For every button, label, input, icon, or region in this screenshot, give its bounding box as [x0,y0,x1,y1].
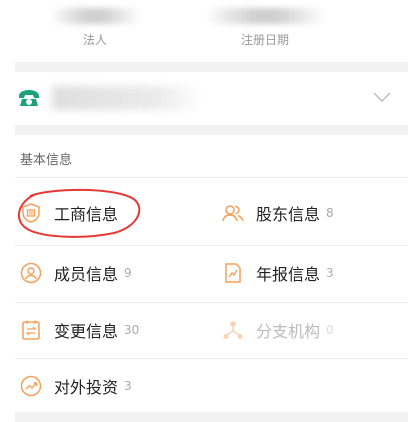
item-count: 9 [124,266,132,280]
phone-number-blurred [52,86,202,110]
chevron-down-icon[interactable] [372,90,392,104]
divider [15,358,408,359]
item-count: 3 [326,266,334,280]
legal-person-value-blurred [50,8,140,24]
item-count: 8 [326,206,334,220]
register-date-value-blurred [205,8,325,24]
phone-icon [19,90,39,106]
header-info-row: 法人 注册日期 [0,0,408,62]
divider [15,302,408,303]
change-icon [22,320,40,340]
divider [15,177,408,178]
item-label: 成员信息 [54,265,119,284]
change-info-item[interactable]: 变更信息 30 [20,310,139,350]
section-divider [15,62,408,72]
annual-report-icon [225,263,241,283]
branch-item[interactable]: 分支机构 0 [222,310,334,350]
register-date-column: 注册日期 [200,0,330,62]
shareholders-icon [222,205,244,222]
investment-icon [20,375,42,397]
section-title: 基本信息 [20,153,73,168]
investment-item[interactable]: 对外投资 3 [20,366,132,406]
legal-person-column[interactable]: 法人 [40,0,150,62]
item-count: 3 [124,379,132,393]
member-info-item[interactable]: 成员信息 9 [20,253,132,293]
legal-person-label: 法人 [82,33,107,47]
item-label: 年报信息 [256,265,321,284]
item-label: 对外投资 [54,378,119,397]
divider [15,245,408,246]
item-count: 0 [326,323,334,337]
branch-icon [223,321,243,339]
item-label: 变更信息 [54,322,119,341]
member-icon [20,262,42,284]
highlight-circle [18,188,141,238]
annual-report-item[interactable]: 年报信息 3 [222,253,334,293]
item-label: 分支机构 [256,322,321,341]
item-label: 股东信息 [256,205,321,224]
section-divider [15,125,408,135]
register-date-label: 注册日期 [240,33,289,47]
section-divider [15,412,408,422]
shareholder-info-item[interactable]: 股东信息 8 [222,193,334,233]
item-count: 30 [124,323,140,337]
contact-phone-row[interactable] [0,72,408,125]
